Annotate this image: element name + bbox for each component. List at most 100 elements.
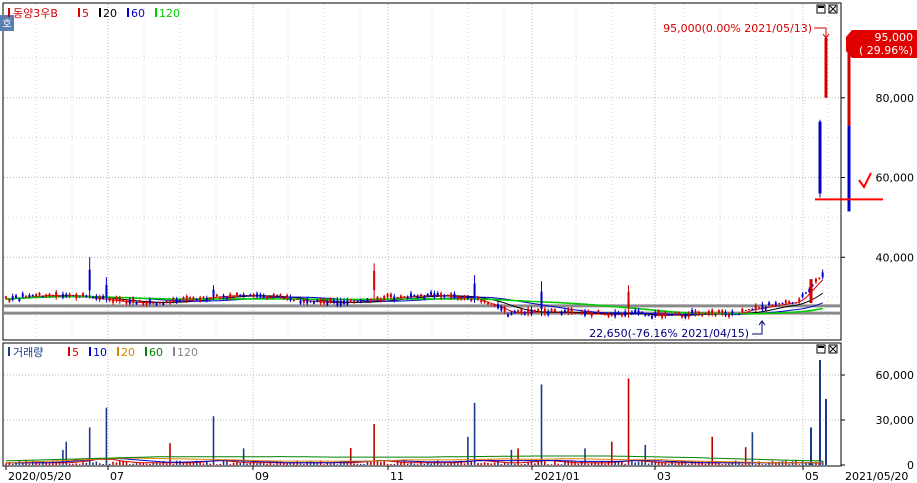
volume-bar [724,463,727,465]
candle-body [142,302,145,305]
candle-body [353,300,356,303]
candle-body [714,313,717,316]
candle-body [788,301,791,304]
candle-body [764,307,767,310]
volume-bar [132,463,134,465]
legend-label: 5 [82,7,89,20]
candle-body [751,308,754,311]
volume-bar [28,463,31,465]
candle-body [661,313,663,318]
volume-bar [239,463,242,465]
volume-bar [272,464,275,465]
last-price-change: ( 29.96%) [859,44,913,57]
candle-body [175,299,178,303]
volume-bar [457,463,459,465]
volume-bar [537,461,539,465]
volume-bar [547,464,550,465]
volume-bar [741,463,744,465]
candle-body [212,289,215,297]
candle-body [78,296,81,298]
candle-body [396,297,399,299]
volume-bar [216,464,218,465]
candle-body [510,312,513,315]
x-tick-label: 03 [657,470,671,483]
candle-body [594,312,597,314]
candle-body [25,295,28,297]
volume-bar [5,463,7,465]
candle-body [182,297,185,301]
candle-body [135,302,138,305]
candle-body [282,297,285,299]
candle-body [266,296,269,299]
candle-body [567,308,570,313]
high-annotation: 95,000(0.00% 2021/05/13) [663,22,812,35]
candle-body [724,311,727,316]
chart-root: 40,00060,00080,000 030,00060,000 2020/05… [0,2,917,483]
candle-body [473,283,476,298]
candle-body [256,293,259,297]
candle-body [824,37,828,98]
candle-body [691,310,694,314]
candle-body [229,293,232,298]
candle-body [557,312,560,314]
candle-body [436,292,439,296]
candle-body [269,297,272,299]
candle-body [570,308,573,313]
candle-body [292,299,295,301]
volume-bar [764,464,767,465]
candle-body [423,296,426,300]
candle-body [610,314,613,316]
volume-bar [637,461,640,465]
low-annotation: 22,650(-76.16% 2021/04/15) [589,327,749,340]
candle-body [664,312,667,317]
volume-bar [366,461,369,465]
candle-body [650,315,653,319]
candle-body [316,300,319,302]
legend-label: 5 [72,346,79,359]
candle-body [349,299,352,302]
price-tick-label: 60,000 [876,172,915,185]
volume-bar [262,463,265,465]
volume-bar [493,462,496,465]
volume-y-axis: 030,00060,000 [841,369,914,472]
candle-body [657,310,660,315]
volume-bar [266,463,268,465]
legend-swatch-volume [8,347,10,356]
price-tick-label: 80,000 [876,92,915,105]
volume-bar [527,462,529,465]
volume-bar [370,461,372,465]
candle-body [443,295,446,298]
volume-bar [446,463,449,465]
candle-body [172,298,175,302]
candle-body [607,313,610,317]
candle-body [225,297,228,300]
candle-body [252,294,255,297]
candle-body [476,296,479,300]
candle-body [359,300,362,303]
candle-body [563,310,566,313]
candle-body [771,304,774,306]
volume-bar [78,464,81,465]
volume-bar [269,463,272,465]
volume-panel [2,342,842,467]
candle-body [162,302,165,305]
candle-body [781,302,784,304]
volume-bar [102,463,104,465]
candle-body [249,294,252,296]
candle-body [363,301,366,303]
volume-bar [108,463,111,465]
volume-bar [711,436,714,465]
volume-bar [386,463,389,465]
volume-bar [667,464,670,465]
volume-bar [390,464,392,465]
candle-body [393,296,396,301]
volume-bar [95,461,98,465]
candle-body [242,294,245,297]
candle-body [65,294,68,297]
candle-body [118,297,121,302]
candle-body [754,304,757,310]
candle-body [169,301,171,304]
volume-bar [85,462,88,465]
volume-bar [356,463,359,465]
volume-bar [644,444,647,465]
